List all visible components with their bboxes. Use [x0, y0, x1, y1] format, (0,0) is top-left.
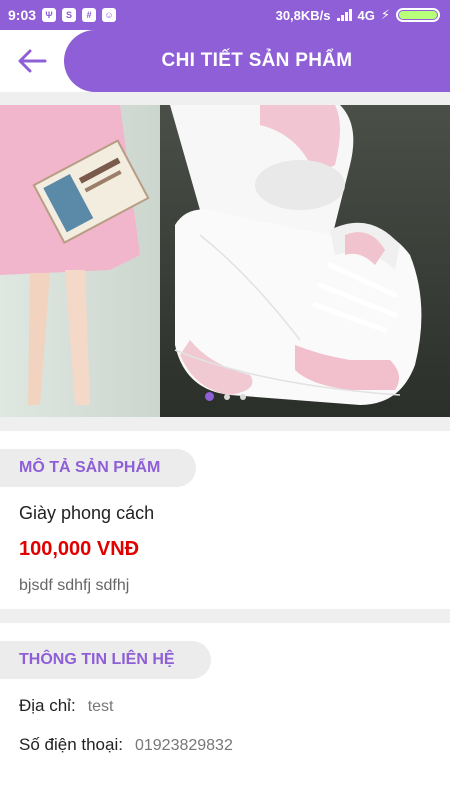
phone-value[interactable]: 01923829832: [135, 737, 233, 755]
address-row: Địa chỉ: test: [19, 696, 113, 716]
signal-icon: [336, 9, 352, 21]
image-divider: [0, 417, 450, 431]
carousel-dot-active[interactable]: [204, 392, 214, 401]
product-description: bjsdf sdhfj sdfhj: [19, 577, 130, 594]
network-type: 4G: [357, 7, 375, 23]
battery-icon: [396, 8, 440, 22]
header-divider: [0, 92, 450, 105]
slack-icon: #: [82, 8, 97, 22]
status-time: 9:03: [8, 7, 37, 23]
carousel-dot[interactable]: [239, 393, 246, 400]
product-name: Giày phong cách: [19, 503, 155, 523]
description-section-header: MÔ TẢ SẢN PHẨM: [0, 449, 196, 487]
usb-icon: Ψ: [42, 8, 57, 22]
arrow-left-icon: [18, 49, 47, 73]
phone-label: Số điện thoại:: [19, 735, 123, 754]
contact-section-title: THÔNG TIN LIÊN HỆ: [19, 651, 175, 668]
network-speed: 30,8KB/s: [275, 7, 331, 23]
carousel-indicator: [0, 392, 450, 401]
status-bar-left: 9:03 Ψ S # ☺: [8, 7, 117, 23]
description-section-title: MÔ TẢ SẢN PHẨM: [19, 459, 161, 476]
product-image: [0, 105, 450, 417]
skype-icon: S: [62, 8, 77, 22]
address-label: Địa chỉ:: [19, 696, 76, 715]
product-image-carousel[interactable]: [0, 105, 450, 417]
product-price: 100,000 VNĐ: [19, 538, 140, 560]
address-value: test: [87, 698, 114, 715]
page-title: CHI TIẾT SẢN PHẨM: [161, 50, 353, 71]
status-bar: 9:03 Ψ S # ☺ 30,8KB/s 4G ⚡: [0, 0, 450, 30]
charging-icon: ⚡: [380, 7, 390, 22]
robot-app-icon: ☺: [102, 8, 117, 22]
back-button[interactable]: [12, 44, 52, 78]
contact-section-header: THÔNG TIN LIÊN HỆ: [0, 641, 211, 679]
status-bar-right: 30,8KB/s 4G ⚡: [276, 7, 440, 23]
phone-row: Số điện thoại: 01923829832: [19, 735, 233, 755]
carousel-dot[interactable]: [223, 393, 230, 400]
section-divider: [0, 609, 450, 623]
header-title-container: CHI TIẾT SẢN PHẨM: [64, 30, 450, 92]
app-header: CHI TIẾT SẢN PHẨM: [0, 30, 450, 92]
